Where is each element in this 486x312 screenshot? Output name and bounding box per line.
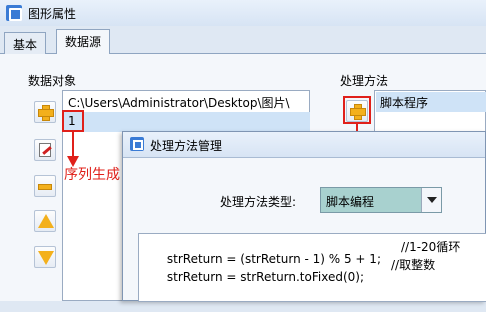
code-text: strReturn = strReturn.toFixed(0); [166,270,364,284]
minus-icon [38,184,52,190]
app-icon [130,137,144,151]
dialog-title: 处理方法管理 [150,139,223,153]
annotation-arrow [72,132,74,158]
code-comment: //取整数 [391,258,436,272]
method-type-label: 处理方法类型: [220,195,297,209]
tab-bar: 基本 数据源 [0,26,486,55]
window-title-bar: 图形属性 [0,0,486,26]
arrow-up-icon [38,214,54,228]
processing-method-dialog: 处理方法管理 处理方法类型: 脚本编程 strReturn = (strRetu… [122,131,486,302]
list-item[interactable]: C:\Users\Administrator\Desktop\图片\ [64,92,310,112]
app-icon [6,5,22,21]
edit-data-object-button[interactable] [34,139,56,161]
processing-methods-label: 处理方法 [340,74,389,88]
method-type-value: 脚本编程 [326,195,375,209]
remove-data-object-button[interactable] [34,175,56,197]
move-up-button[interactable] [34,210,56,232]
annotation-highlight-box [343,96,371,124]
data-objects-label: 数据对象 [28,74,77,88]
window-title: 图形属性 [28,7,77,21]
move-down-button[interactable] [34,246,56,268]
plus-icon [38,105,54,121]
annotation-sequence-label: 序列生成 [64,167,120,183]
list-item[interactable]: 1 [64,112,310,132]
edit-icon [39,143,51,157]
script-editor[interactable]: strReturn = (strReturn - 1) % 5 + 1; //1… [138,233,486,302]
code-line: strReturn = strReturn.toFixed(0); //取整数 [144,256,435,312]
dialog-title-bar: 处理方法管理 [123,132,485,158]
dropdown-arrow-icon[interactable] [421,188,441,212]
tab-data-source[interactable]: 数据源 [56,29,111,55]
list-item[interactable]: 脚本程序 [376,92,486,112]
tab-basic[interactable]: 基本 [4,32,47,54]
arrow-down-icon [38,251,54,265]
method-type-select[interactable]: 脚本编程 [320,187,442,213]
add-data-object-button[interactable] [34,101,56,123]
annotation-highlight-box [62,110,84,132]
code-comment: //1-20循环 [401,240,461,254]
